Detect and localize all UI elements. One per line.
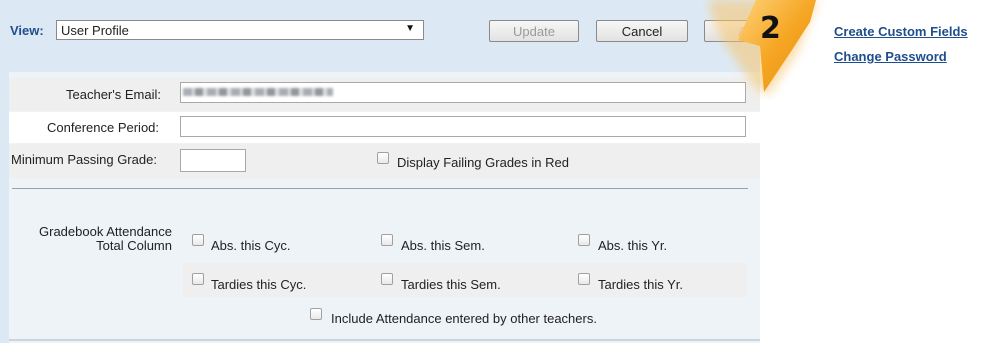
min-grade-field[interactable] [180,149,246,172]
attendance-label-line1: Gradebook Attendance [39,224,172,239]
abs-sem-label: Abs. this Sem. [401,238,485,253]
tardies-sem-checkbox[interactable] [381,273,393,285]
conference-period-field[interactable] [180,116,746,137]
abs-cyc-label: Abs. this Cyc. [211,238,291,253]
include-other-teachers-checkbox[interactable] [310,308,322,320]
conference-label: Conference Period: [47,120,160,135]
create-custom-fields-link[interactable]: Create Custom Fields [834,24,968,39]
tardies-yr-checkbox[interactable] [578,273,590,285]
dropdown-arrow-icon: ▼ [405,23,415,34]
abs-yr-label: Abs. this Yr. [598,238,668,253]
view-select[interactable]: User Profile ▼ [56,20,424,40]
abs-sem-checkbox[interactable] [381,234,393,246]
email-value-redacted [183,88,333,96]
abs-cyc-checkbox[interactable] [192,234,204,246]
abs-yr-checkbox[interactable] [578,234,590,246]
tardies-cyc-checkbox[interactable] [192,273,204,285]
tardies-sem-label: Tardies this Sem. [401,277,501,292]
tardies-yr-label: Tardies this Yr. [598,277,684,292]
attendance-label-line2: Total Column [96,238,172,253]
failing-red-checkbox[interactable] [377,152,389,164]
cancel-button[interactable]: Cancel [596,20,688,42]
view-select-value: User Profile [61,22,129,38]
failing-red-label: Display Failing Grades in Red [397,155,569,170]
include-other-teachers-label: Include Attendance entered by other teac… [331,311,597,326]
min-grade-label: Minimum Passing Grade: [11,152,157,167]
update-button[interactable]: Update [489,20,579,42]
email-label: Teacher's Email: [66,87,161,102]
bottom-border [9,339,760,341]
callout-number: 2 [760,11,781,46]
change-password-link[interactable]: Change Password [834,49,947,64]
attendance-label: Gradebook Attendance Total Column [30,225,172,253]
tardies-cyc-label: Tardies this Cyc. [211,277,307,292]
section-divider [12,188,748,189]
view-label: View: [10,23,44,38]
